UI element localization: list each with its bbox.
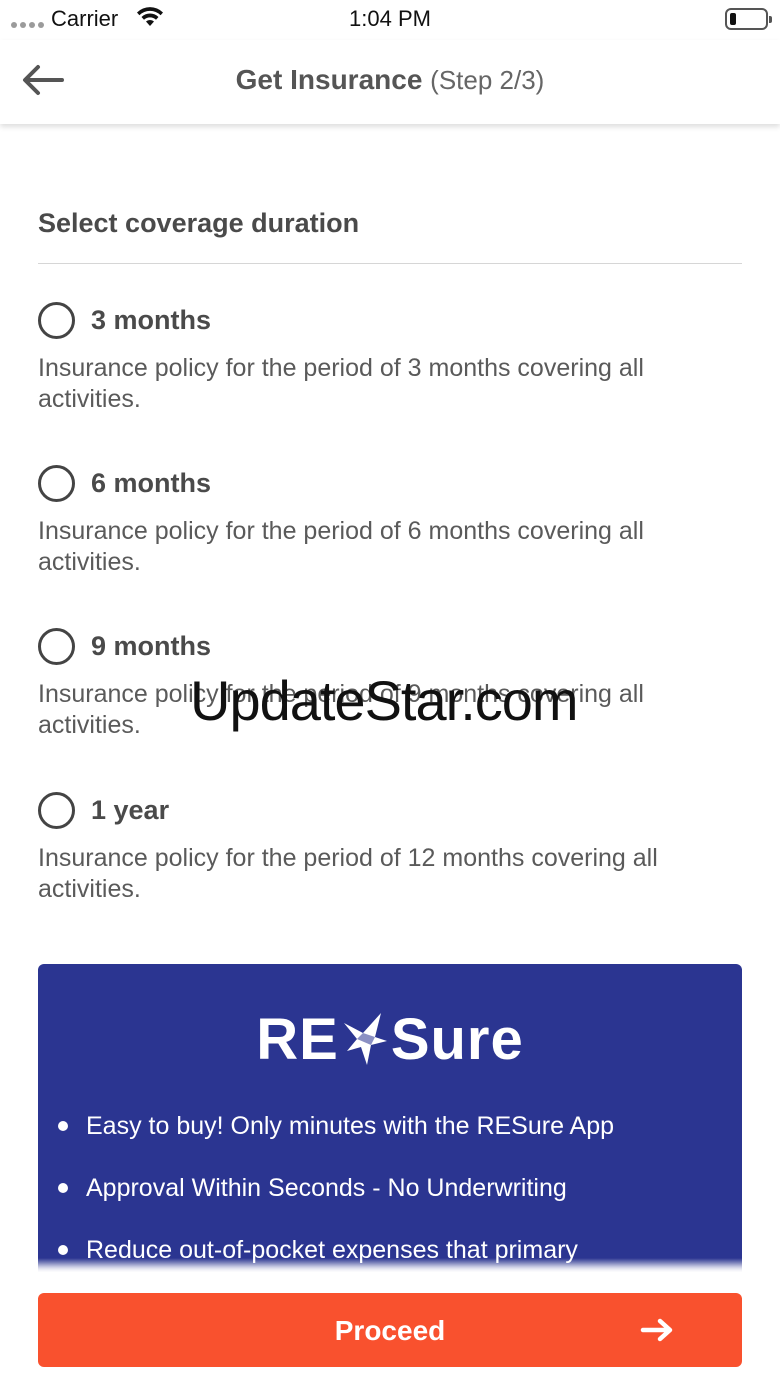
radio-button[interactable] bbox=[38, 628, 75, 665]
radio-button[interactable] bbox=[38, 792, 75, 829]
bullet-icon bbox=[58, 1183, 68, 1193]
navigation-bar: Get Insurance (Step 2/3) bbox=[0, 40, 780, 124]
bullet-icon bbox=[58, 1245, 68, 1255]
benefit-text: Approval Within Seconds - No Underwritin… bbox=[86, 1174, 567, 1202]
list-item: Approval Within Seconds - No Underwritin… bbox=[56, 1171, 614, 1205]
duration-option-3-months: 3 months Insurance policy for the period… bbox=[38, 302, 742, 415]
duration-radio-1-year[interactable]: 1 year bbox=[38, 792, 742, 829]
duration-radio-9-months[interactable]: 9 months bbox=[38, 628, 742, 665]
arrow-right-icon bbox=[640, 1318, 673, 1342]
radio-button[interactable] bbox=[38, 302, 75, 339]
resure-promo-card: RE Sure Easy to buy! Only minutes with t… bbox=[38, 964, 742, 1304]
option-description: Insurance policy for the period of 12 mo… bbox=[38, 844, 658, 903]
duration-option-1-year: 1 year Insurance policy for the period o… bbox=[38, 792, 742, 905]
duration-option-6-months: 6 months Insurance policy for the period… bbox=[38, 465, 742, 578]
bottom-action-bar: Proceed bbox=[0, 1258, 780, 1387]
divider bbox=[38, 263, 742, 264]
step-indicator: (Step 2/3) bbox=[430, 65, 545, 95]
option-label: 9 months bbox=[91, 631, 212, 661]
benefit-text: Easy to buy! Only minutes with the RESur… bbox=[86, 1112, 615, 1140]
option-description: Insurance policy for the period of 6 mon… bbox=[38, 517, 644, 576]
clock: 1:04 PM bbox=[349, 6, 431, 31]
list-item: Easy to buy! Only minutes with the RESur… bbox=[56, 1109, 614, 1143]
logo-text-right: Sure bbox=[390, 1007, 524, 1072]
duration-radio-3-months[interactable]: 3 months bbox=[38, 302, 742, 339]
proceed-label: Proceed bbox=[334, 1315, 446, 1346]
radio-button[interactable] bbox=[38, 465, 75, 502]
option-label: 6 months bbox=[91, 468, 212, 498]
resure-logo: RE Sure bbox=[38, 1006, 742, 1073]
duration-option-9-months: 9 months Insurance policy for the period… bbox=[38, 628, 742, 741]
page-title-text: Get Insurance bbox=[235, 64, 423, 95]
duration-radio-6-months[interactable]: 6 months bbox=[38, 465, 742, 502]
battery-icon bbox=[725, 8, 772, 30]
bird-logo-icon bbox=[343, 1013, 387, 1065]
proceed-button[interactable]: Proceed bbox=[38, 1293, 742, 1367]
option-description: Insurance policy for the period of 3 mon… bbox=[38, 354, 644, 413]
option-label: 3 months bbox=[91, 305, 212, 335]
bullet-icon bbox=[58, 1121, 68, 1131]
option-description: Insurance policy for the period of 9 mon… bbox=[38, 680, 644, 739]
status-bar: Carrier 1:04 PM bbox=[0, 0, 780, 40]
logo-text-left: RE bbox=[256, 1007, 339, 1072]
option-label: 1 year bbox=[91, 795, 170, 825]
page-title: Get Insurance (Step 2/3) bbox=[0, 64, 780, 96]
section-title: Select coverage duration bbox=[38, 208, 360, 238]
